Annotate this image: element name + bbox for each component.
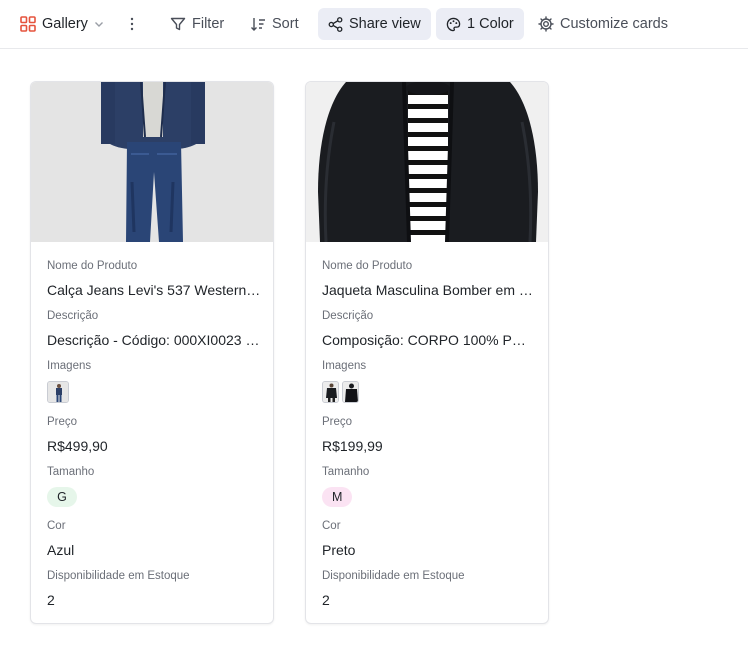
field-value-description: Descrição - Código: 000XI0023 Modelo xyxy=(47,332,261,348)
field-value-color: Azul xyxy=(47,542,75,558)
sort-button[interactable]: Sort xyxy=(250,8,299,40)
view-toolbar: Gallery Filter Sort Share view 1 Color C… xyxy=(0,0,748,49)
image-thumbnail[interactable] xyxy=(47,381,69,403)
image-thumbnails xyxy=(47,381,69,403)
field-label-description: Descrição xyxy=(47,310,99,322)
gallery-card[interactable]: Nome do Produto Calça Jeans Levi's 537 W… xyxy=(30,81,274,624)
color-button[interactable]: 1 Color xyxy=(436,8,524,40)
field-label-price: Preço xyxy=(47,416,78,428)
view-switcher-button[interactable]: Gallery xyxy=(20,8,104,40)
gallery-card[interactable]: Nome do Produto Jaqueta Masculina Bomber… xyxy=(305,81,549,624)
customize-cards-button[interactable]: Customize cards xyxy=(538,8,668,40)
customize-cards-label: Customize cards xyxy=(560,16,668,32)
field-label-images: Imagens xyxy=(47,360,92,372)
field-label-size: Tamanho xyxy=(47,466,95,478)
field-value-name: Jaqueta Masculina Bomber em Nylon xyxy=(322,282,536,298)
field-label-color: Cor xyxy=(322,520,341,532)
gear-icon xyxy=(538,16,554,32)
share-view-label: Share view xyxy=(349,16,421,32)
field-value-color: Preto xyxy=(322,542,356,558)
field-label-name: Nome do Produto xyxy=(322,260,413,272)
more-options-button[interactable] xyxy=(124,8,140,40)
sort-label: Sort xyxy=(272,16,299,32)
view-name: Gallery xyxy=(42,16,88,32)
field-label-price: Preço xyxy=(322,416,353,428)
more-vertical-icon xyxy=(130,17,134,31)
field-label-images: Imagens xyxy=(322,360,367,372)
size-badge: G xyxy=(47,487,77,507)
field-value-name: Calça Jeans Levi's 537 Western Fit Mascu… xyxy=(47,282,261,298)
share-view-button[interactable]: Share view xyxy=(318,8,431,40)
color-label: 1 Color xyxy=(467,16,514,32)
card-cover-image xyxy=(306,82,548,242)
field-value-price: R$199,99 xyxy=(322,438,383,454)
share-icon xyxy=(328,16,343,32)
field-value-description: Composição: CORPO 100% POLIAMIDA xyxy=(322,332,536,348)
field-value-price: R$499,90 xyxy=(47,438,108,454)
field-label-size: Tamanho xyxy=(322,466,370,478)
field-value-stock: 2 xyxy=(47,592,55,608)
filter-button[interactable]: Filter xyxy=(170,8,224,40)
card-cover-image xyxy=(31,82,273,242)
filter-label: Filter xyxy=(192,16,225,32)
field-label-color: Cor xyxy=(47,520,66,532)
chevron-down-icon xyxy=(94,19,104,29)
image-thumbnails xyxy=(322,381,359,403)
size-badge: M xyxy=(322,487,353,507)
gallery-grid-icon xyxy=(20,16,36,32)
field-value-stock: 2 xyxy=(322,592,330,608)
palette-icon xyxy=(446,17,461,32)
image-thumbnail[interactable] xyxy=(322,381,339,403)
field-label-stock: Disponibilidade em Estoque xyxy=(47,570,190,582)
field-label-stock: Disponibilidade em Estoque xyxy=(322,570,465,582)
field-label-name: Nome do Produto xyxy=(47,260,138,272)
filter-icon xyxy=(170,16,186,32)
image-thumbnail[interactable] xyxy=(342,381,359,403)
field-label-description: Descrição xyxy=(322,310,374,322)
sort-icon xyxy=(250,16,266,32)
